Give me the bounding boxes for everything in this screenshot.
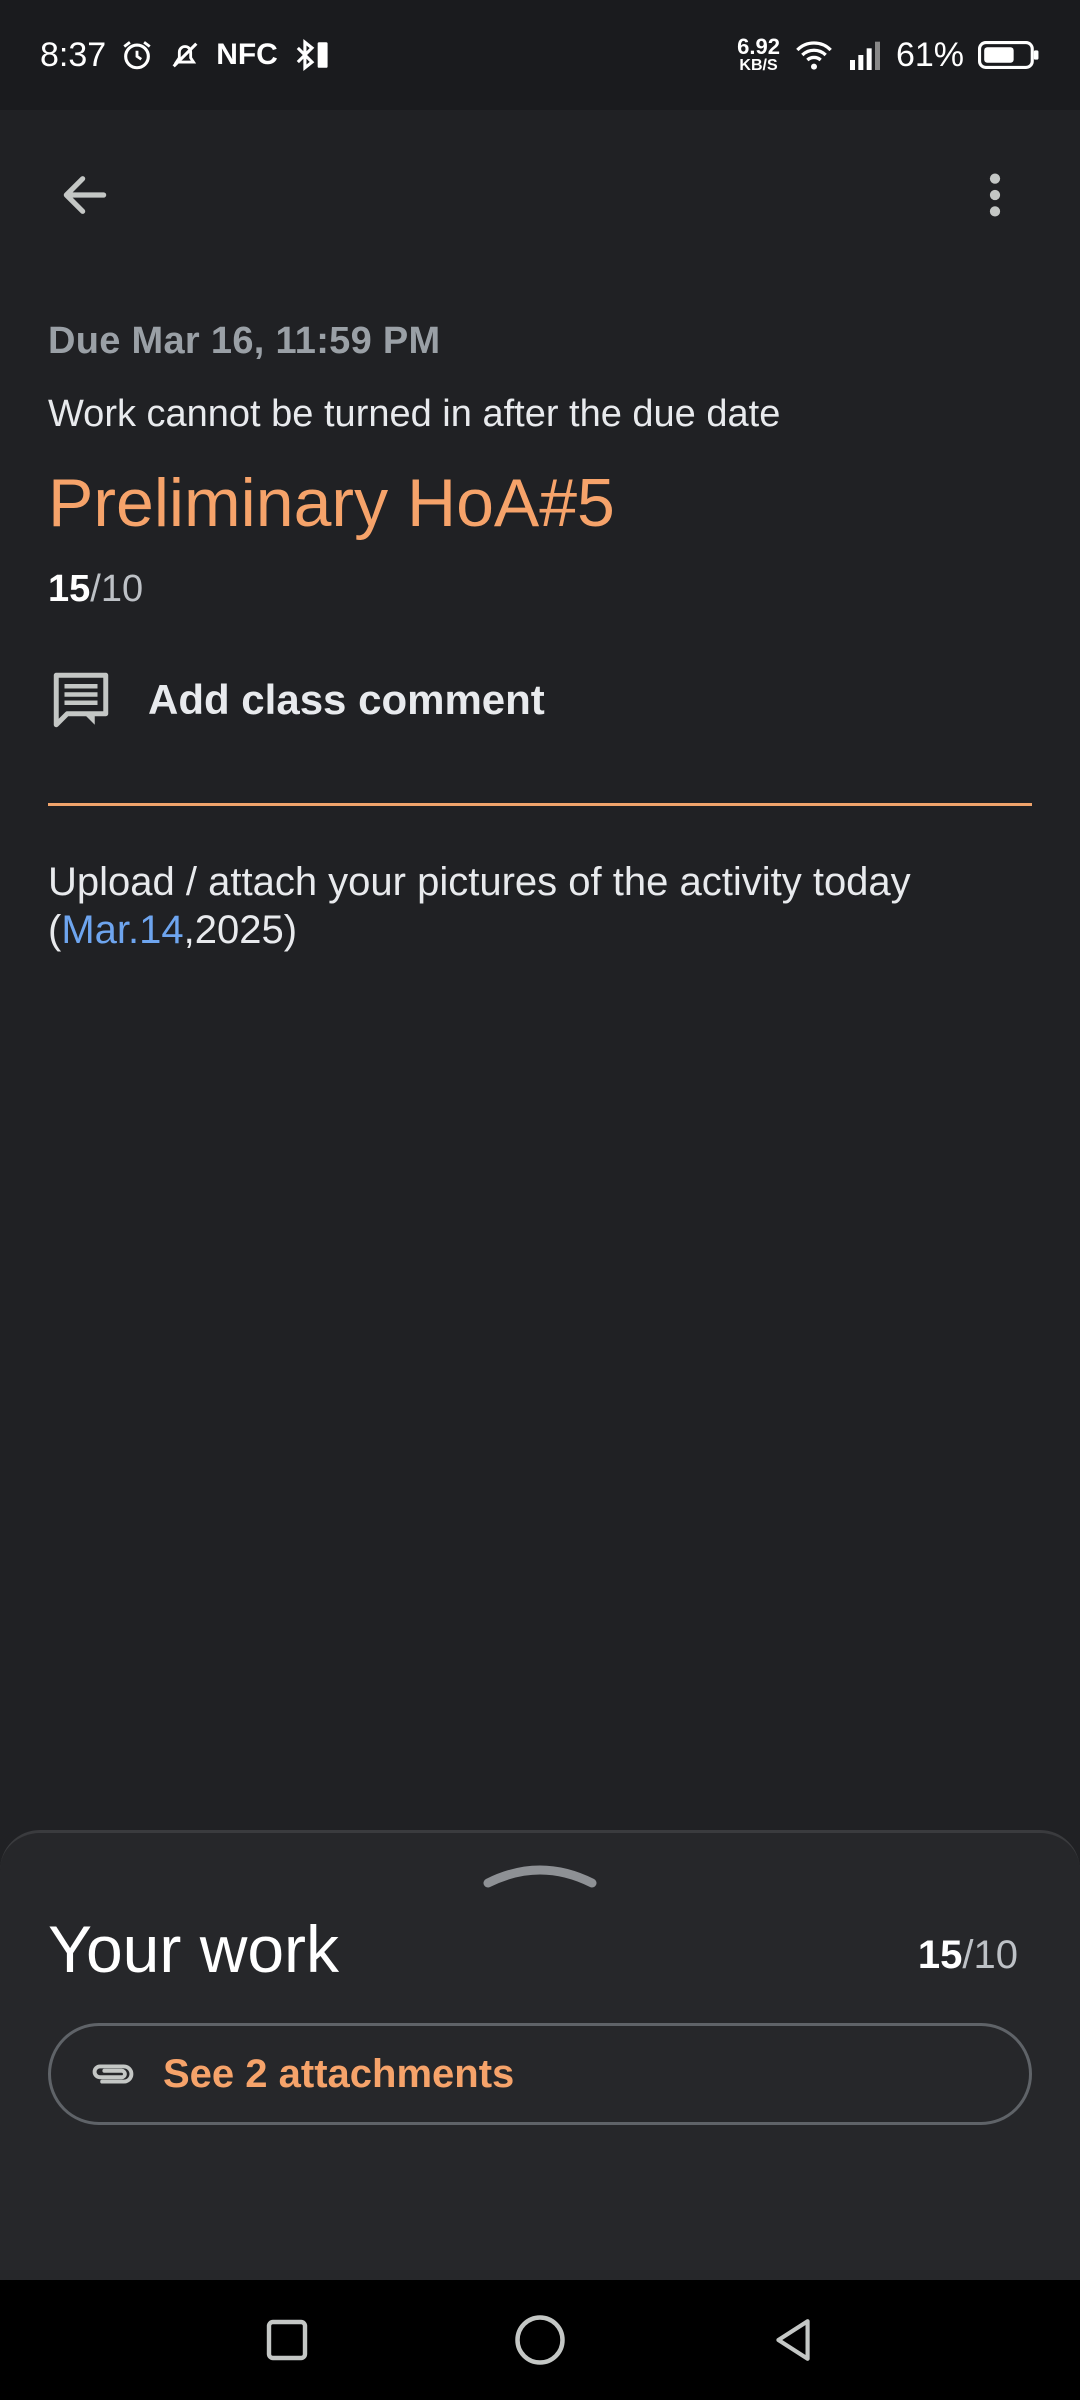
app-bar bbox=[0, 110, 1080, 280]
instructions-tail: ,2025) bbox=[183, 908, 298, 953]
signal-icon bbox=[848, 40, 882, 70]
sheet-handle[interactable] bbox=[480, 1861, 600, 1891]
add-class-comment-button[interactable]: Add class comment bbox=[48, 667, 1032, 733]
points-earned: 15 bbox=[48, 568, 91, 611]
more-options-button[interactable] bbox=[950, 150, 1040, 240]
assignment-title: Preliminary HoA#5 bbox=[48, 465, 615, 541]
status-left: 8:37 NFC bbox=[40, 36, 332, 75]
alarm-icon bbox=[120, 38, 154, 72]
mute-icon bbox=[168, 38, 202, 72]
your-work-sheet[interactable]: Your work 15/10 See 2 attachments bbox=[0, 1830, 1080, 2280]
triangle-back-icon bbox=[776, 2319, 810, 2361]
speed-value: 6.92 bbox=[737, 34, 780, 59]
battery-percent: 61% bbox=[895, 35, 964, 74]
your-work-title: Your work bbox=[48, 1912, 340, 1986]
late-submission-note: Work cannot be turned in after the due d… bbox=[48, 393, 781, 435]
circle-icon bbox=[515, 2315, 565, 2365]
system-nav-bar bbox=[0, 2280, 1080, 2400]
your-work-points-earned: 15 bbox=[917, 1933, 963, 1977]
back-button[interactable] bbox=[40, 150, 130, 240]
assignment-instructions: Upload / attach your pictures of the act… bbox=[48, 858, 1032, 954]
nfc-label: NFC bbox=[216, 38, 278, 71]
see-attachments-button[interactable]: See 2 attachments bbox=[48, 2023, 1032, 2125]
see-attachments-label: See 2 attachments bbox=[163, 2051, 515, 2096]
status-right: 6.92 KB/S 61% bbox=[737, 36, 1040, 75]
add-class-comment-label: Add class comment bbox=[148, 676, 545, 724]
back-nav-button[interactable] bbox=[748, 2295, 838, 2385]
instructions-date-link[interactable]: Mar.14 bbox=[61, 908, 183, 952]
speed-unit: KB/S bbox=[739, 57, 778, 74]
arrow-left-icon bbox=[63, 176, 107, 214]
bluetooth-icon bbox=[292, 38, 332, 72]
your-work-points: 15/10 bbox=[918, 1933, 1018, 1978]
chevron-up-icon bbox=[483, 1865, 597, 1888]
due-date: Due Mar 16, 11:59 PM bbox=[48, 320, 441, 362]
assignment-details: Due Mar 16, 11:59 PM Work cannot be turn… bbox=[48, 320, 1032, 954]
home-button[interactable] bbox=[495, 2295, 585, 2385]
status-bar: 8:37 NFC 6.92 KB/S 61% bbox=[0, 0, 1080, 110]
battery-icon bbox=[978, 39, 1040, 71]
more-vert-icon bbox=[989, 173, 1001, 217]
paperclip-icon bbox=[92, 2064, 134, 2084]
network-speed: 6.92 KB/S bbox=[737, 36, 780, 74]
points-total: /10 bbox=[90, 568, 144, 611]
comment-icon bbox=[53, 672, 109, 728]
square-icon bbox=[266, 2319, 307, 2361]
your-work-points-total: /10 bbox=[962, 1933, 1018, 1977]
assignment-points: 15/10 bbox=[48, 568, 1032, 611]
wifi-icon bbox=[794, 38, 834, 72]
status-time: 8:37 bbox=[40, 35, 107, 74]
recents-button[interactable] bbox=[242, 2295, 332, 2385]
accent-divider bbox=[48, 803, 1032, 807]
